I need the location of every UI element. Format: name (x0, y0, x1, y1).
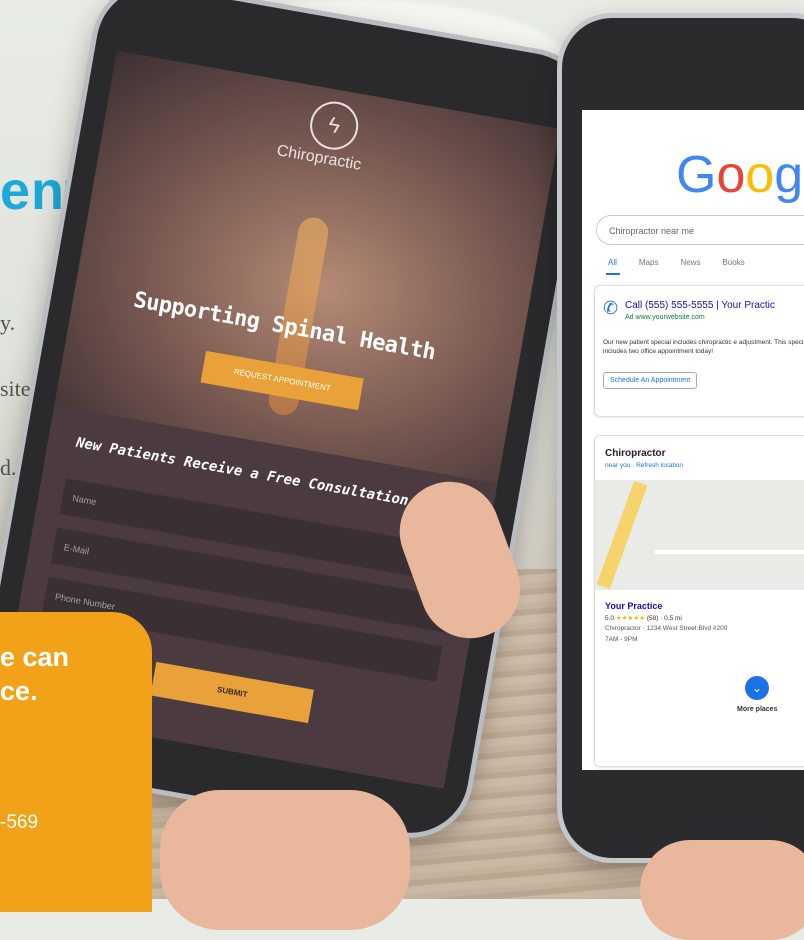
ad-url[interactable]: Ad www.yourwebsite.com (625, 314, 705, 321)
business-address: Chiropractor · 1234 West Street Blvd #20… (605, 625, 728, 632)
logo-letter: g (774, 146, 804, 204)
schedule-appointment-button[interactable]: Schedule An Appointment (603, 372, 698, 389)
search-tabs: All Maps News Books (608, 258, 767, 267)
promo-line-2: ce. (0, 676, 38, 706)
more-places-link[interactable]: More places (737, 706, 777, 713)
business-hours: 7AM - 9PM (605, 636, 638, 643)
search-phone-mockup: Goog Chiropractor near me All Maps News Boo… (562, 18, 804, 858)
submit-button[interactable]: SUBMIT (150, 661, 314, 724)
body-text-line-1: y. (0, 310, 16, 335)
ad-result-card: ✆ Call (555) 555-5555 | Your Practic Ad … (594, 285, 804, 417)
body-text-line-3: d. (0, 455, 17, 480)
review-count: (58) · 0.5 mi (646, 615, 682, 622)
star-rating-icon: ★★★★★ (615, 615, 645, 622)
right-hand (640, 840, 804, 940)
call-link[interactable]: Call (555) 555-5555 | Your Practic (625, 300, 775, 311)
local-results-card: Chiropractor near you · Refresh location… (594, 435, 804, 767)
business-rating: 5.0 ★★★★★ (58) · 0.5 mi (605, 614, 682, 622)
search-input[interactable]: Chiropractor near me (596, 215, 804, 245)
chevron-down-icon[interactable]: ⌄ (745, 676, 769, 700)
business-name[interactable]: Your Practice (605, 601, 662, 611)
promo-phone-number[interactable]: -569 (0, 812, 38, 834)
left-hand-fingers (160, 790, 410, 930)
search-screen: Goog Chiropractor near me All Maps News Boo… (582, 110, 804, 770)
tab-books[interactable]: Books (722, 258, 744, 267)
promo-box: e can ce. -569 (0, 612, 152, 912)
ad-description: Our new patient special includes chiropr… (603, 339, 804, 355)
tab-all[interactable]: All (608, 258, 617, 267)
google-logo: Goog (676, 145, 803, 205)
tab-news[interactable]: News (680, 258, 700, 267)
logo-letter: o (745, 146, 775, 204)
logo-letter: o (716, 146, 746, 204)
tab-maps[interactable]: Maps (639, 258, 659, 267)
rating-value: 5.0 (605, 615, 615, 622)
logo-letter: G (676, 146, 717, 204)
map-road (596, 480, 648, 590)
active-tab-indicator (606, 273, 620, 275)
refresh-location-link[interactable]: near you · Refresh location (605, 462, 683, 469)
map-road (655, 550, 804, 554)
promo-line-1: e can (0, 642, 70, 672)
local-results-title: Chiropractor (605, 448, 666, 459)
map[interactable] (595, 480, 804, 590)
phone-icon[interactable]: ✆ (603, 298, 618, 319)
body-text-line-2: site (0, 376, 31, 401)
